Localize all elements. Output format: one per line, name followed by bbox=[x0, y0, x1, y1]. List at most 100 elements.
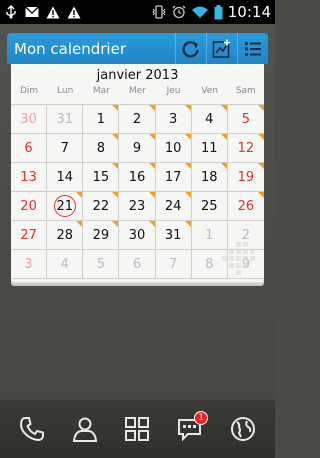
weekday-label: Ven bbox=[201, 86, 219, 96]
messages-badge: 1 bbox=[194, 411, 209, 425]
calendar-day-number: 30 bbox=[20, 111, 37, 127]
event-marker bbox=[148, 105, 155, 111]
list-view-button[interactable] bbox=[237, 33, 268, 64]
event-marker bbox=[184, 221, 191, 227]
event-marker bbox=[112, 163, 119, 169]
contacts-button[interactable] bbox=[65, 409, 105, 449]
calendar-day[interactable]: 6 bbox=[119, 250, 156, 279]
calendar-day-number: 26 bbox=[237, 198, 255, 214]
phone-button[interactable] bbox=[12, 409, 52, 449]
event-marker bbox=[257, 192, 264, 198]
calendar-day-number: 8 bbox=[96, 140, 105, 156]
calendar-day[interactable]: 12 bbox=[227, 134, 264, 163]
browser-button[interactable] bbox=[223, 409, 263, 449]
calendar-day[interactable]: 27 bbox=[11, 221, 48, 250]
calendar-day-number: 12 bbox=[237, 140, 255, 156]
calendar-day[interactable]: 19 bbox=[227, 163, 264, 192]
calendar-day[interactable]: 17 bbox=[155, 163, 192, 192]
month-title[interactable]: janvier 2013 bbox=[11, 68, 264, 83]
event-marker bbox=[112, 192, 119, 198]
calendar-day-number: 7 bbox=[168, 256, 178, 272]
list-icon bbox=[245, 41, 261, 56]
contacts-icon bbox=[72, 417, 98, 442]
calendar-day-number: 20 bbox=[20, 198, 37, 214]
calendar-day-number: 11 bbox=[201, 140, 218, 156]
calendar-day[interactable]: 10 bbox=[155, 134, 192, 163]
calendar-day[interactable]: 3 bbox=[11, 250, 48, 279]
widget-header: Mon calendrier bbox=[7, 33, 268, 64]
usb-icon bbox=[4, 5, 18, 19]
status-bar: 10:14 bbox=[0, 0, 275, 24]
calendar-day[interactable]: 2 bbox=[119, 105, 156, 134]
calendar-widget[interactable]: Mon calendrier janvier 2013 Dim Lun Mar … bbox=[7, 33, 268, 286]
calendar-day[interactable]: 6 bbox=[11, 134, 48, 163]
apps-button[interactable] bbox=[117, 409, 157, 449]
calendar-day[interactable]: 8 bbox=[83, 134, 120, 163]
calendar-day[interactable]: 15 bbox=[83, 163, 120, 192]
calendar-day[interactable]: 1 bbox=[83, 105, 120, 134]
calendar-day[interactable]: 5 bbox=[83, 250, 120, 279]
weekday-label: Mer bbox=[128, 86, 146, 96]
messages-button[interactable]: 1 bbox=[170, 409, 210, 449]
event-marker bbox=[112, 221, 119, 227]
calendar-day-number: 24 bbox=[164, 198, 182, 214]
calendar-day-number: 29 bbox=[92, 227, 110, 243]
event-marker bbox=[112, 105, 119, 111]
calendar-day[interactable]: 22 bbox=[83, 192, 120, 221]
calendar-day-number: 3 bbox=[168, 111, 178, 127]
calendar-day[interactable]: 5 bbox=[227, 105, 264, 134]
calendar-day[interactable]: 25 bbox=[191, 192, 228, 221]
calendar-day[interactable]: 3 bbox=[155, 105, 192, 134]
calendar-day-number: 1 bbox=[205, 227, 214, 243]
calendar-day-number: 28 bbox=[56, 227, 73, 243]
event-marker bbox=[112, 134, 119, 140]
event-marker bbox=[184, 105, 191, 111]
calendar-day-number: 9 bbox=[132, 140, 142, 156]
calendar-day[interactable]: 4 bbox=[47, 250, 84, 279]
calendar-day-number: 4 bbox=[205, 111, 214, 127]
calendar-day[interactable]: 18 bbox=[191, 163, 228, 192]
calendar-day[interactable]: 24 bbox=[155, 192, 192, 221]
calendar-day[interactable]: 31 bbox=[47, 105, 84, 134]
calendar-day-number: 2 bbox=[132, 111, 142, 127]
calendar-day[interactable]: 14 bbox=[47, 163, 84, 192]
calendar-day[interactable]: 11 bbox=[191, 134, 228, 163]
calendar-day[interactable]: 20 bbox=[11, 192, 48, 221]
calendar-day-number: 6 bbox=[132, 256, 142, 272]
weekday-label: Sam bbox=[235, 86, 256, 96]
calendar-day[interactable]: 28 bbox=[47, 221, 84, 250]
calendar-day[interactable]: 13 bbox=[11, 163, 48, 192]
calendar-day[interactable]: 7 bbox=[47, 134, 84, 163]
calendar-day-number: 25 bbox=[201, 198, 218, 214]
refresh-button[interactable] bbox=[175, 33, 206, 64]
calendar-day[interactable]: 23 bbox=[119, 192, 156, 221]
event-marker bbox=[220, 105, 227, 111]
vibrate-icon bbox=[151, 5, 167, 19]
calendar-day-number: 10 bbox=[164, 140, 182, 156]
calendar-day-number: 7 bbox=[60, 140, 69, 156]
calendar-day[interactable]: 26 bbox=[227, 192, 264, 221]
calendar-day-number: 14 bbox=[56, 169, 73, 185]
event-marker bbox=[220, 163, 227, 169]
calendar-day-number: 5 bbox=[241, 111, 251, 127]
calendar-day[interactable]: 4 bbox=[191, 105, 228, 134]
event-marker bbox=[257, 134, 264, 140]
calendar-day[interactable]: 31 bbox=[155, 221, 192, 250]
calendar-day[interactable]: 21 bbox=[47, 192, 84, 221]
mail-icon bbox=[25, 6, 39, 18]
calendar-day-number: 4 bbox=[60, 256, 69, 272]
calendar-day[interactable]: 29 bbox=[83, 221, 120, 250]
calendar-day[interactable]: 16 bbox=[119, 163, 156, 192]
add-event-button[interactable] bbox=[206, 33, 237, 64]
widget-title[interactable]: Mon calendrier bbox=[7, 40, 175, 58]
calendar-day-number: 6 bbox=[24, 140, 33, 156]
calendar-day-number: 19 bbox=[237, 169, 255, 185]
calendar-day[interactable]: 30 bbox=[11, 105, 48, 134]
calendar-day[interactable]: 30 bbox=[119, 221, 156, 250]
event-marker bbox=[76, 192, 83, 198]
event-marker bbox=[184, 192, 191, 198]
today-indicator bbox=[53, 195, 76, 217]
calendar-day[interactable]: 7 bbox=[155, 250, 192, 279]
weekday-label: Dim bbox=[19, 86, 39, 96]
calendar-day[interactable]: 9 bbox=[119, 134, 156, 163]
